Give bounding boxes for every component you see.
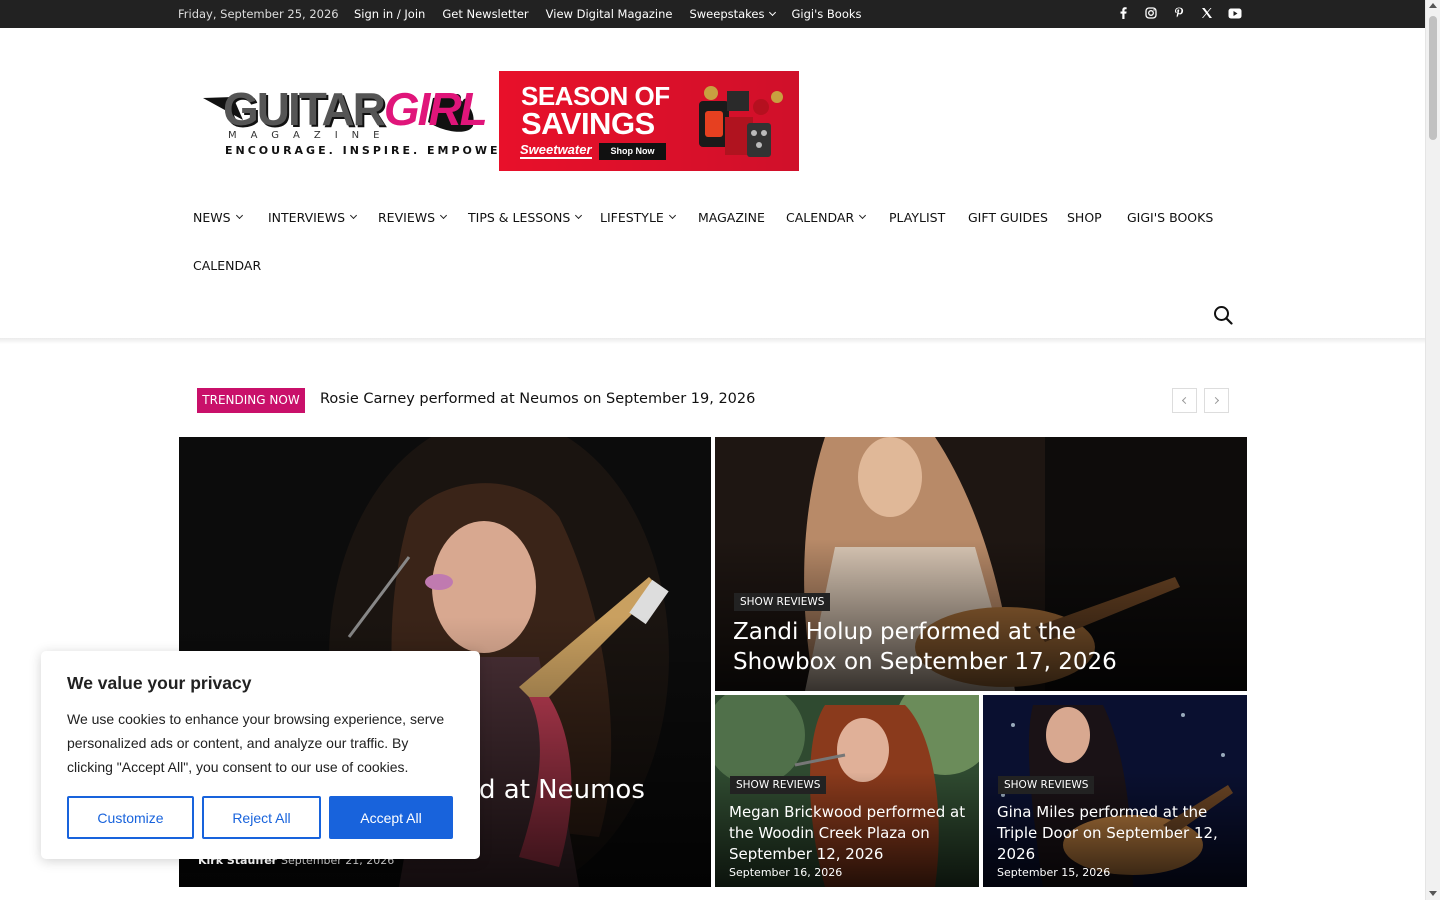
nav-playlist[interactable]: PLAYLIST xyxy=(889,210,945,225)
current-date: Friday, September 25, 2026 xyxy=(178,7,339,21)
category-badge[interactable]: SHOW REVIEWS xyxy=(734,593,831,611)
ad-shop-button[interactable]: Shop Now xyxy=(599,143,666,160)
sign-in-link[interactable]: Sign in / Join xyxy=(354,7,425,21)
header-divider xyxy=(0,338,1425,344)
nav-magazine-label: MAGAZINE xyxy=(698,210,765,225)
nav-calendar-2[interactable]: CALENDAR xyxy=(193,258,261,273)
ad-headline-line2: SAVINGS xyxy=(521,106,655,141)
logo-subtitle: MAGAZINE xyxy=(228,130,394,141)
logo-word-girl: GIRL xyxy=(383,83,488,135)
nav-tips-lessons[interactable]: TIPS & LESSONS xyxy=(468,210,583,225)
nav-news-label: NEWS xyxy=(193,210,231,225)
newsletter-link[interactable]: Get Newsletter xyxy=(442,7,528,21)
customize-button[interactable]: Customize xyxy=(67,796,194,839)
sweepstakes-label: Sweepstakes xyxy=(689,7,765,21)
featured-tile-bottom-right[interactable]: SHOW REVIEWS Gina Miles performed at the… xyxy=(983,695,1247,887)
featured-title-bottom-left[interactable]: Megan Brickwood performed at the Woodin … xyxy=(729,802,969,865)
instagram-icon[interactable] xyxy=(1143,5,1159,21)
x-icon[interactable] xyxy=(1199,5,1215,21)
social-links xyxy=(1115,5,1243,21)
nav-shop-label: SHOP xyxy=(1067,210,1102,225)
scroll-up-icon[interactable] xyxy=(1429,3,1437,8)
nav-interviews[interactable]: INTERVIEWS xyxy=(268,210,358,225)
featured-title-top-right[interactable]: Zandi Holup performed at the Showbox on … xyxy=(733,617,1153,677)
nav-calendar[interactable]: CALENDAR xyxy=(786,210,867,225)
trending-headline[interactable]: Rosie Carney performed at Neumos on Sept… xyxy=(320,391,755,407)
featured-date-bottom-left: September 16, 2026 xyxy=(729,866,843,879)
nav-playlist-label: PLAYLIST xyxy=(889,210,946,225)
nav-gift-guides-label: GIFT GUIDES xyxy=(968,210,1048,225)
chevron-down-icon xyxy=(235,211,243,220)
nav-gift-guides[interactable]: GIFT GUIDES xyxy=(968,210,1048,225)
chevron-down-icon xyxy=(439,211,448,220)
category-badge[interactable]: SHOW REVIEWS xyxy=(730,776,827,794)
featured-tile-top-right[interactable]: SHOW REVIEWS Zandi Holup performed at th… xyxy=(715,437,1247,691)
logo-tagline: ENCOURAGE. INSPIRE. EMPOWER. xyxy=(225,144,520,157)
chevron-down-icon xyxy=(349,211,358,220)
trending-badge: TRENDING NOW xyxy=(197,388,305,413)
logo-wordmark: GUITARGIRL xyxy=(223,83,488,135)
reject-all-button[interactable]: Reject All xyxy=(202,796,321,839)
youtube-icon[interactable] xyxy=(1227,5,1243,21)
chevron-down-icon xyxy=(668,211,676,220)
logo-word-guitar: GUITAR xyxy=(223,83,386,135)
cookie-consent-banner: We value your privacy We use cookies to … xyxy=(41,651,480,859)
nav-gigis-books-label: GIGI'S BOOKS xyxy=(1127,210,1214,225)
featured-date-bottom-right: September 15, 2026 xyxy=(997,866,1111,879)
search-icon[interactable] xyxy=(1213,305,1233,325)
cookie-title: We value your privacy xyxy=(67,673,252,693)
accept-all-button[interactable]: Accept All xyxy=(329,796,453,839)
nav-gigis-books[interactable]: GIGI'S BOOKS xyxy=(1127,210,1213,225)
nav-calendar-2-label: CALENDAR xyxy=(193,258,262,273)
chevron-down-icon xyxy=(768,8,776,16)
facebook-icon[interactable] xyxy=(1115,5,1131,21)
nav-news[interactable]: NEWS xyxy=(193,210,243,225)
trending-prev-button[interactable] xyxy=(1172,388,1197,413)
nav-magazine[interactable]: MAGAZINE xyxy=(698,210,765,225)
chevron-left-icon xyxy=(1181,396,1190,405)
top-links: Sign in / Join Get Newsletter View Digit… xyxy=(354,7,862,21)
nav-reviews[interactable]: REVIEWS xyxy=(378,210,448,225)
nav-reviews-label: REVIEWS xyxy=(378,210,436,225)
chevron-down-icon xyxy=(859,211,867,220)
nav-lifestyle[interactable]: LIFESTYLE xyxy=(600,210,676,225)
site-logo[interactable]: GUITARGIRL MAGAZINE ENCOURAGE. INSPIRE. … xyxy=(203,84,516,162)
chevron-right-icon xyxy=(1211,396,1220,405)
nav-interviews-label: INTERVIEWS xyxy=(268,210,346,225)
sweepstakes-link[interactable]: Sweepstakes xyxy=(689,7,776,21)
category-badge[interactable]: SHOW REVIEWS xyxy=(998,776,1095,794)
gigis-books-link[interactable]: Gigi's Books xyxy=(792,7,862,21)
cookie-text: We use cookies to enhance your browsing … xyxy=(67,711,445,775)
scroll-thumb[interactable] xyxy=(1429,16,1437,140)
ad-banner[interactable]: SEASON OF SAVINGS Sweetwater Shop Now xyxy=(499,71,799,171)
trending-next-button[interactable] xyxy=(1204,388,1229,413)
scroll-down-icon[interactable] xyxy=(1429,891,1437,896)
ad-brand: Sweetwater xyxy=(520,142,592,159)
gift-products-icon xyxy=(699,86,783,157)
nav-shop[interactable]: SHOP xyxy=(1067,210,1102,225)
top-bar: Friday, September 25, 2026 Sign in / Joi… xyxy=(0,0,1425,28)
nav-lifestyle-label: LIFESTYLE xyxy=(600,210,664,225)
digital-magazine-link[interactable]: View Digital Magazine xyxy=(546,7,673,21)
nav-calendar-label: CALENDAR xyxy=(786,210,855,225)
page-scrollbar[interactable] xyxy=(1425,0,1440,900)
nav-tips-label: TIPS & LESSONS xyxy=(468,210,571,225)
featured-tile-bottom-left[interactable]: SHOW REVIEWS Megan Brickwood performed a… xyxy=(715,695,979,887)
featured-title-main[interactable]: d at Neumos xyxy=(479,775,645,805)
pinterest-icon[interactable] xyxy=(1171,5,1187,21)
featured-title-bottom-right[interactable]: Gina Miles performed at the Triple Door … xyxy=(997,802,1237,865)
chevron-down-icon xyxy=(575,211,583,220)
ad-headline: SEASON OF SAVINGS xyxy=(521,83,670,139)
